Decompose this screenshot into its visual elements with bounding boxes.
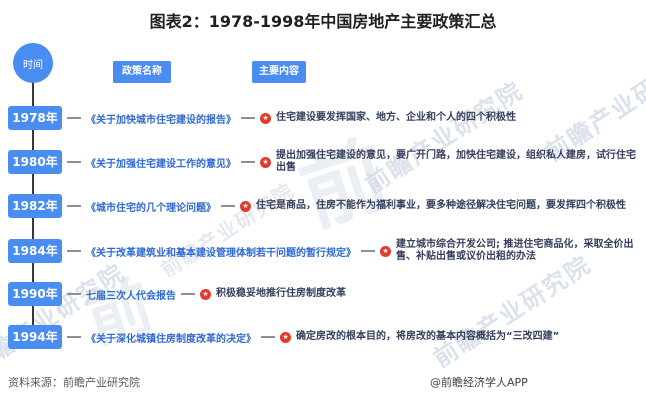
policy-content: 积极稳妥地推行住房制度改革 xyxy=(216,288,346,299)
connector-dash xyxy=(67,117,81,119)
timeline-row-1982: 1982年 《城市住宅的几个理论问题》 ★ 住宅是商品，住房不能作为福利事业，要… xyxy=(8,190,638,222)
star-glyph: ★ xyxy=(262,157,269,166)
watermark-text: 前瞻产业研究院 xyxy=(0,258,131,381)
policy-content: 建立城市综合开发公司; 推进住宅商品化，采取全价出售、补贴出售或议价出租的办法 xyxy=(396,239,634,262)
red-star-marker-icon: ★ xyxy=(380,245,391,257)
policy-name: 《关于加强住宅建设工作的意见》 xyxy=(86,158,236,170)
timeline-row-1990: 1990年 七届三次人代会报告 ★ 积极稳妥地推行住房制度改革 xyxy=(8,278,638,310)
star-glyph: ★ xyxy=(282,332,289,341)
year-badge: 1994年 xyxy=(8,325,62,349)
connector-dash xyxy=(67,205,81,207)
infographic-canvas: 前瞻产业研究院 前瞻产业研究院 前瞻产业研究院 前瞻产业研究院 前瞻产业研究院 … xyxy=(0,0,646,401)
policy-content: 确定房改的根本目的，将房改的基本内容概括为“三改四建” xyxy=(296,331,560,342)
star-glyph: ★ xyxy=(262,113,269,122)
red-star-marker-icon: ★ xyxy=(200,288,211,300)
year-badge: 1984年 xyxy=(8,239,62,263)
watermark-text: 前瞻产业研究院 xyxy=(360,76,529,199)
year-badge: 1990年 xyxy=(8,282,62,306)
connector-dash xyxy=(261,336,275,338)
time-legend-label: 时间 xyxy=(23,59,43,71)
year-badge: 1982年 xyxy=(8,194,62,218)
connector-dash xyxy=(67,250,81,252)
timeline-row-1978: 1978年 《关于加快城市住宅建设的报告》 ★ 住宅建设要发挥国家、地方、企业和… xyxy=(8,102,638,134)
connector-dash xyxy=(67,161,81,163)
timeline-row-1980: 1980年 《关于加强住宅建设工作的意见》 ★ 提出加强住宅建设的意见，要广开门… xyxy=(8,146,638,178)
chart-title: 图表2：1978-1998年中国房地产主要政策汇总 xyxy=(149,12,497,31)
policy-name: 《关于改革建筑业和基本建设管理体制若干问题的暂行规定》 xyxy=(86,247,356,259)
connector-dash xyxy=(67,336,81,338)
timeline-row-1994: 1994年 《关于深化城镇住房制度改革的决定》 ★ 确定房改的根本目的，将房改的… xyxy=(8,321,638,353)
policy-name: 七届三次人代会报告 xyxy=(86,290,176,302)
red-star-marker-icon: ★ xyxy=(260,156,271,168)
main-content-header: 主要内容 xyxy=(252,61,306,83)
connector-dash xyxy=(361,250,375,252)
policy-name: 《城市住宅的几个理论问题》 xyxy=(86,202,216,214)
star-glyph: ★ xyxy=(202,289,209,298)
policy-content: 住宅是商品，住房不能作为福利事业，要多种途径解决住宅问题，要发挥四个积极性 xyxy=(256,200,626,211)
source-note: 资料来源：前瞻产业研究院 xyxy=(8,376,140,389)
connector-dash xyxy=(221,205,235,207)
policy-content: 住宅建设要发挥国家、地方、企业和个人的四个积极性 xyxy=(276,112,516,123)
policy-name-header: 政策名称 xyxy=(113,61,171,83)
year-badge: 1978年 xyxy=(8,106,62,130)
connector-dash xyxy=(241,161,255,163)
connector-dash xyxy=(181,293,195,295)
connector-dash xyxy=(241,117,255,119)
policy-name: 《关于深化城镇住房制度改革的决定》 xyxy=(86,333,256,345)
connector-dash xyxy=(67,293,81,295)
timeline-row-1984: 1984年 《关于改革建筑业和基本建设管理体制若干问题的暂行规定》 ★ 建立城市… xyxy=(8,235,638,267)
star-glyph: ★ xyxy=(382,246,389,255)
credit-note: @前瞻经济学人APP xyxy=(430,376,528,389)
year-badge: 1980年 xyxy=(8,150,62,174)
star-glyph: ★ xyxy=(242,201,249,210)
red-star-marker-icon: ★ xyxy=(260,112,271,124)
red-star-marker-icon: ★ xyxy=(280,331,291,343)
policy-name: 《关于加快城市住宅建设的报告》 xyxy=(86,114,236,126)
policy-content: 提出加强住宅建设的意见，要广开门路，加快住宅建设，组织私人建房，试行住宅出售 xyxy=(276,150,636,173)
time-legend-circle: 时间 xyxy=(13,43,53,83)
red-star-marker-icon: ★ xyxy=(240,200,251,212)
